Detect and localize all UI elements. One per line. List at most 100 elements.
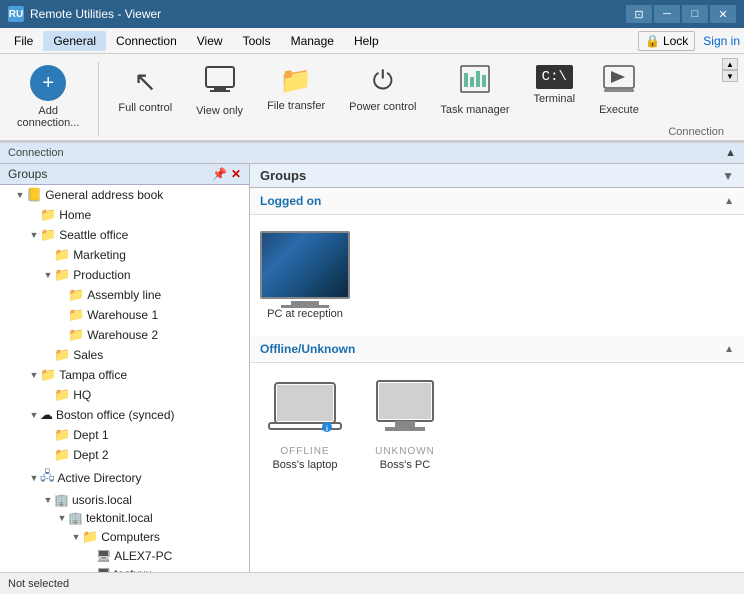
pc-base <box>281 305 329 308</box>
tree-label: tektonit.local <box>86 511 153 525</box>
toggle-icon: ▼ <box>28 410 40 420</box>
menu-manage[interactable]: Manage <box>281 31 344 51</box>
tree-label: Assembly line <box>87 288 161 302</box>
lock-button[interactable]: 🔒 Lock <box>638 31 695 51</box>
menu-bar: File General Connection View Tools Manag… <box>0 28 744 54</box>
toggle-icon: ▼ <box>28 230 40 240</box>
tree-item-computers[interactable]: ▼ 📁 Computers <box>0 527 249 547</box>
right-panel: Groups ▼ Logged on ▲ <box>250 164 744 572</box>
restore-button[interactable]: ⊡ <box>626 5 652 23</box>
tree-item-seattle-office[interactable]: ▼ 📁 Seattle office <box>0 225 249 245</box>
ribbon-scroll-up[interactable]: ▲ <box>722 58 738 70</box>
groups-panel-header: Groups 📌 ✕ <box>0 164 249 185</box>
offline-status: OFFLINE <box>280 446 329 457</box>
connection-section-label: Connection <box>8 147 64 159</box>
menu-tools[interactable]: Tools <box>233 31 281 51</box>
connection-label-bar: Connection ▲ <box>0 142 744 164</box>
folder-icon: 📁 <box>68 327 84 343</box>
folder-icon: 📁 <box>82 529 98 545</box>
tree-item-hq[interactable]: 📁 HQ <box>0 385 249 405</box>
view-only-label: View only <box>196 105 243 117</box>
maximize-button[interactable]: □ <box>682 5 708 23</box>
tree-item-dept-2[interactable]: 📁 Dept 2 <box>0 445 249 465</box>
tree-item-general-address-book[interactable]: ▼ 📒 General address book <box>0 185 249 205</box>
signin-button[interactable]: Sign in <box>703 34 740 48</box>
full-control-button[interactable]: ↖ Full control <box>107 58 183 121</box>
tree-item-warehouse-2[interactable]: 📁 Warehouse 2 <box>0 325 249 345</box>
view-only-button[interactable]: View only <box>185 58 254 124</box>
add-icon: + <box>30 65 66 101</box>
offline-grid: i OFFLINE Boss's laptop <box>250 363 744 487</box>
menu-help[interactable]: Help <box>344 31 389 51</box>
tree-label: Sales <box>73 348 103 362</box>
folder-icon: 📁 <box>54 247 70 263</box>
power-control-button[interactable]: ⏻ Power control <box>338 58 427 120</box>
right-panel-expand-icon[interactable]: ▼ <box>722 169 734 183</box>
panel-header-icons: 📌 ✕ <box>212 167 241 181</box>
tree-item-marketing[interactable]: 📁 Marketing <box>0 245 249 265</box>
minimize-button[interactable]: ─ <box>654 5 680 23</box>
menu-connection[interactable]: Connection <box>106 31 187 51</box>
tree-item-boston-office[interactable]: ▼ ☁ Boston office (synced) <box>0 405 249 425</box>
tree-label: usoris.local <box>72 493 132 507</box>
window-title: Remote Utilities - Viewer <box>30 7 161 21</box>
execute-button[interactable]: Execute <box>588 58 650 123</box>
tree-item-sales[interactable]: 📁 Sales <box>0 345 249 365</box>
folder-icon: 📁 <box>54 347 70 363</box>
folder-icon: 📁 <box>40 227 56 243</box>
computer-pc-at-reception[interactable]: PC at reception <box>260 225 350 326</box>
folder-icon: 📁 <box>54 427 70 443</box>
tree-item-home[interactable]: 📁 Home <box>0 205 249 225</box>
ribbon-separator-1 <box>98 62 99 136</box>
unknown-status: UNKNOWN <box>375 446 435 457</box>
tree-label: Dept 2 <box>73 448 108 462</box>
task-manager-icon <box>460 65 490 100</box>
ribbon: + Add connection... ↖ Full control View … <box>0 54 744 142</box>
close-panel-icon[interactable]: ✕ <box>231 167 241 181</box>
menu-file[interactable]: File <box>4 31 43 51</box>
pin-icon[interactable]: 📌 <box>212 167 227 181</box>
add-connection-button[interactable]: + Add connection... <box>6 58 90 136</box>
tree-item-assembly-line[interactable]: 📁 Assembly line <box>0 285 249 305</box>
tree-item-alex7-pc[interactable]: 🖥 ALEX7-PC <box>0 547 249 565</box>
logged-on-section-header[interactable]: Logged on ▲ <box>250 188 744 215</box>
tree-item-testxxx[interactable]: 🖥 testxxx <box>0 565 249 572</box>
tree-label: Tampa office <box>59 368 127 382</box>
execute-label: Execute <box>599 104 639 116</box>
ribbon-scroll-down[interactable]: ▼ <box>722 70 738 82</box>
tree-item-warehouse-1[interactable]: 📁 Warehouse 1 <box>0 305 249 325</box>
computer-bosses-laptop[interactable]: i OFFLINE Boss's laptop <box>260 373 350 477</box>
tree-item-production[interactable]: ▼ 📁 Production <box>0 265 249 285</box>
main-area: Groups 📌 ✕ ▼ 📒 General address book 📁 Ho… <box>0 164 744 572</box>
power-control-label: Power control <box>349 101 416 113</box>
close-button[interactable]: ✕ <box>710 5 736 23</box>
tree-container: ▼ 📒 General address book 📁 Home ▼ 📁 Seat… <box>0 185 249 572</box>
tree-label: testxxx <box>114 567 151 572</box>
laptop-icon-container: i <box>267 379 343 442</box>
toggle-icon: ▼ <box>70 532 82 542</box>
task-manager-button[interactable]: Task manager <box>429 58 520 123</box>
lock-icon: 🔒 <box>645 34 660 48</box>
lock-label: Lock <box>663 34 688 48</box>
logged-on-arrow: ▲ <box>724 196 734 207</box>
expand-icon[interactable]: ▲ <box>725 147 736 159</box>
folder-icon: 📁 <box>54 267 70 283</box>
file-transfer-button[interactable]: 📁 File transfer <box>256 58 336 119</box>
tree-item-usoris-local[interactable]: ▼ 🏢 usoris.local <box>0 491 249 509</box>
tree-item-tampa-office[interactable]: ▼ 📁 Tampa office <box>0 365 249 385</box>
tree-item-active-directory[interactable]: ▼ 🖧 Active Directory <box>0 465 249 491</box>
tree-label: Warehouse 1 <box>87 308 158 322</box>
title-bar: RU Remote Utilities - Viewer ⊡ ─ □ ✕ <box>0 0 744 28</box>
tree-label: Marketing <box>73 248 126 262</box>
offline-section-header[interactable]: Offline/Unknown ▲ <box>250 336 744 363</box>
tree-label: HQ <box>73 388 91 402</box>
terminal-button[interactable]: C:\ Terminal <box>523 58 587 112</box>
menu-view[interactable]: View <box>187 31 233 51</box>
book-icon: 📒 <box>26 187 42 203</box>
computer-bosses-pc[interactable]: UNKNOWN Boss's PC <box>360 373 450 477</box>
menu-general[interactable]: General <box>43 31 106 51</box>
folder-icon: 📁 <box>68 307 84 323</box>
right-panel-title: Groups <box>260 168 306 183</box>
tree-item-tektonit-local[interactable]: ▼ 🏢 tektonit.local <box>0 509 249 527</box>
tree-item-dept-1[interactable]: 📁 Dept 1 <box>0 425 249 445</box>
